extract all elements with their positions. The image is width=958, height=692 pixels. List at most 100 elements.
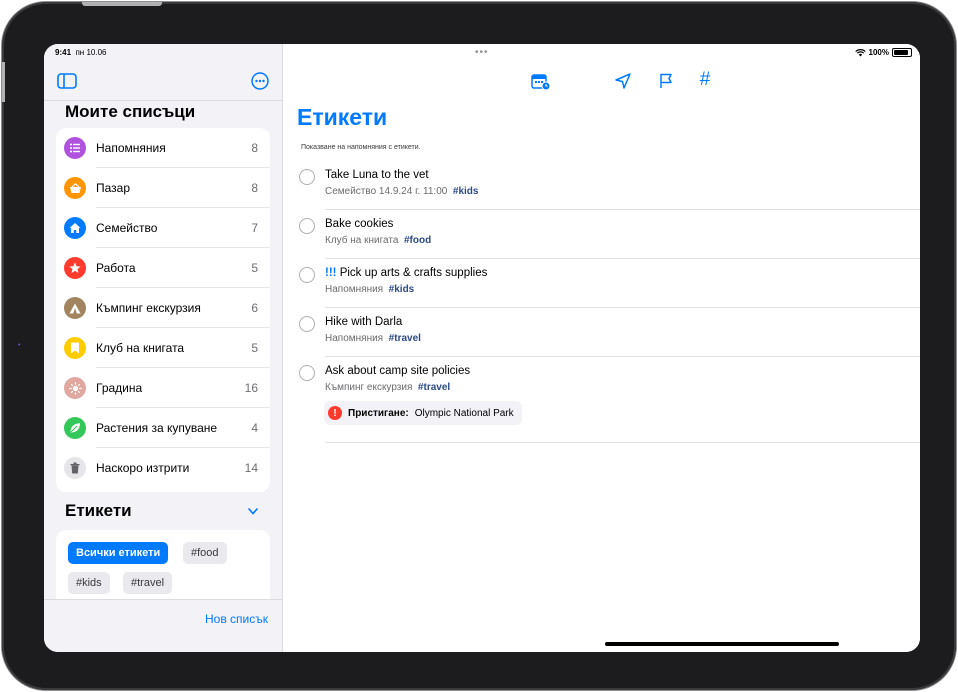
reminder-title[interactable]: Ask about camp site policies: [325, 365, 470, 377]
list-count: 4: [251, 421, 258, 435]
complete-checkbox[interactable]: [299, 218, 315, 234]
location-arrow-icon: [615, 73, 631, 89]
reminder-title[interactable]: Hike with Darla: [325, 316, 402, 328]
bookmark-icon: [64, 337, 86, 359]
list-count: 7: [251, 221, 258, 235]
reminder-tag[interactable]: #kids: [389, 284, 415, 295]
list-label: Работа: [96, 261, 136, 275]
hashtag-icon: #: [699, 69, 711, 90]
flag-icon: [660, 73, 672, 88]
list-item-family[interactable]: Семейство 7: [56, 208, 270, 248]
divider: [325, 258, 920, 259]
reminder-tag[interactable]: #food: [404, 235, 431, 246]
list-label: Семейство: [96, 221, 158, 235]
trash-icon: [64, 457, 86, 479]
wifi-icon: [854, 48, 866, 56]
list-count: 8: [251, 141, 258, 155]
home-indicator[interactable]: [605, 642, 839, 646]
divider: [325, 442, 920, 443]
list-item-work[interactable]: Работа 5: [56, 248, 270, 288]
star-icon: [64, 257, 86, 279]
header-divider: [44, 100, 282, 101]
reminder-tag[interactable]: #travel: [418, 382, 450, 393]
sidebar-icon: [57, 73, 77, 89]
list-item-garden[interactable]: Градина 16: [56, 368, 270, 408]
reminder-meta: Семейство 14.9.24 г. 11:00 #kids: [325, 186, 478, 197]
list-count: 16: [244, 381, 258, 395]
status-right: 100%: [854, 48, 912, 57]
reminder-title-text: Hike with Darla: [325, 316, 403, 328]
complete-checkbox[interactable]: [299, 316, 315, 332]
reminder-details: Напомняния: [325, 333, 384, 344]
tag-chip-kids[interactable]: #kids: [68, 572, 110, 594]
location-chip[interactable]: ! Пристигане: Olympic National Park: [324, 401, 522, 425]
ipad-frame: • 9:41 пн 10.06 Моите списъци Напомняния…: [2, 2, 956, 690]
battery-percent: 100%: [868, 48, 889, 57]
flag-button[interactable]: [656, 71, 676, 91]
reminder-tag[interactable]: #travel: [389, 333, 421, 344]
multitasking-dots[interactable]: •••: [475, 47, 489, 58]
basket-icon: [64, 177, 86, 199]
location-name: Olympic National Park: [414, 407, 514, 419]
location-button[interactable]: [613, 71, 633, 91]
list-label: Растения за купуване: [96, 421, 218, 435]
reminder-item: Bake cookies Клуб на книгата #food: [299, 218, 920, 268]
tent-icon: [64, 297, 86, 319]
complete-checkbox[interactable]: [299, 365, 315, 381]
complete-checkbox[interactable]: [299, 169, 315, 185]
sidebar-more-button[interactable]: [250, 71, 270, 91]
list-item-recently-deleted[interactable]: Наскоро изтрити 14: [56, 448, 270, 488]
tag-chip-all[interactable]: Всички етикети: [68, 542, 169, 564]
reminder-title-text: Take Luna to the vet: [325, 169, 429, 181]
priority-indicator: !!!: [325, 267, 337, 279]
tags-collapse-button[interactable]: [246, 504, 260, 518]
page-title: Етикети: [297, 104, 388, 130]
tag-chip-travel[interactable]: #travel: [123, 572, 173, 594]
reminder-item: Hike with Darla Напомняния #travel: [299, 316, 920, 366]
reminder-meta: Къмпинг екскурзия #travel: [325, 382, 450, 393]
leaf-icon: [64, 417, 86, 439]
new-list-button[interactable]: Нов списък: [205, 612, 268, 626]
ellipsis-circle-icon: [251, 72, 269, 90]
divider: [325, 356, 920, 357]
reminder-details: Клуб на книгата: [325, 235, 399, 246]
divider: [325, 307, 920, 308]
list-label: Къмпинг екскурзия: [96, 301, 201, 315]
my-lists-heading: Моите списъци: [65, 102, 196, 121]
main-content: ••• 100% # Етикети Показване на напомнян…: [283, 44, 920, 652]
reminder-title[interactable]: Bake cookies: [325, 218, 393, 230]
list-item-reminders[interactable]: Напомняния 8: [56, 128, 270, 168]
reminder-tag[interactable]: #kids: [453, 186, 479, 197]
complete-checkbox[interactable]: [299, 267, 315, 283]
reminder-details: Къмпинг екскурзия: [325, 382, 413, 393]
sidebar-toggle-button[interactable]: [56, 72, 78, 90]
location-alert-icon: !: [328, 406, 342, 420]
list-item-shopping[interactable]: Пазар 8: [56, 168, 270, 208]
reminder-details: Семейство 14.9.24 г. 11:00: [325, 186, 448, 197]
list-count: 6: [251, 301, 258, 315]
sidebar-footer: Нов списък: [44, 599, 282, 652]
list-label: Клуб на книгата: [96, 341, 185, 355]
list-item-book-club[interactable]: Клуб на книгата 5: [56, 328, 270, 368]
calendar-clock-icon: [531, 74, 551, 91]
sidebar: 9:41 пн 10.06 Моите списъци Напомняния 8…: [44, 44, 283, 652]
reminder-title[interactable]: !!! Pick up arts & crafts supplies: [325, 267, 487, 279]
list-count: 8: [251, 181, 258, 195]
scheduled-button[interactable]: [530, 71, 552, 93]
location-label: Пристигане:: [348, 407, 409, 419]
status-time: 9:41 пн 10.06: [55, 48, 106, 57]
page-subtitle: Показване на напомняния с етикети.: [301, 144, 421, 151]
tags-heading: Етикети: [65, 501, 132, 520]
reminder-meta: Напомняния #travel: [325, 333, 421, 344]
list-item-camping[interactable]: Къмпинг екскурзия 6: [56, 288, 270, 328]
tag-chip-food[interactable]: #food: [183, 542, 227, 564]
reminder-item: Ask about camp site policies Къмпинг екс…: [299, 365, 920, 445]
tag-button[interactable]: #: [695, 69, 715, 91]
list-item-plants[interactable]: Растения за купуване 4: [56, 408, 270, 448]
battery-icon: [892, 48, 912, 57]
reminder-title[interactable]: Take Luna to the vet: [325, 169, 429, 181]
sun-icon: [64, 377, 86, 399]
list-label: Напомняния: [96, 141, 166, 155]
reminder-meta: Клуб на книгата #food: [325, 235, 431, 246]
my-lists: Напомняния 8 Пазар 8 Семейство 7 Работа …: [56, 128, 270, 492]
